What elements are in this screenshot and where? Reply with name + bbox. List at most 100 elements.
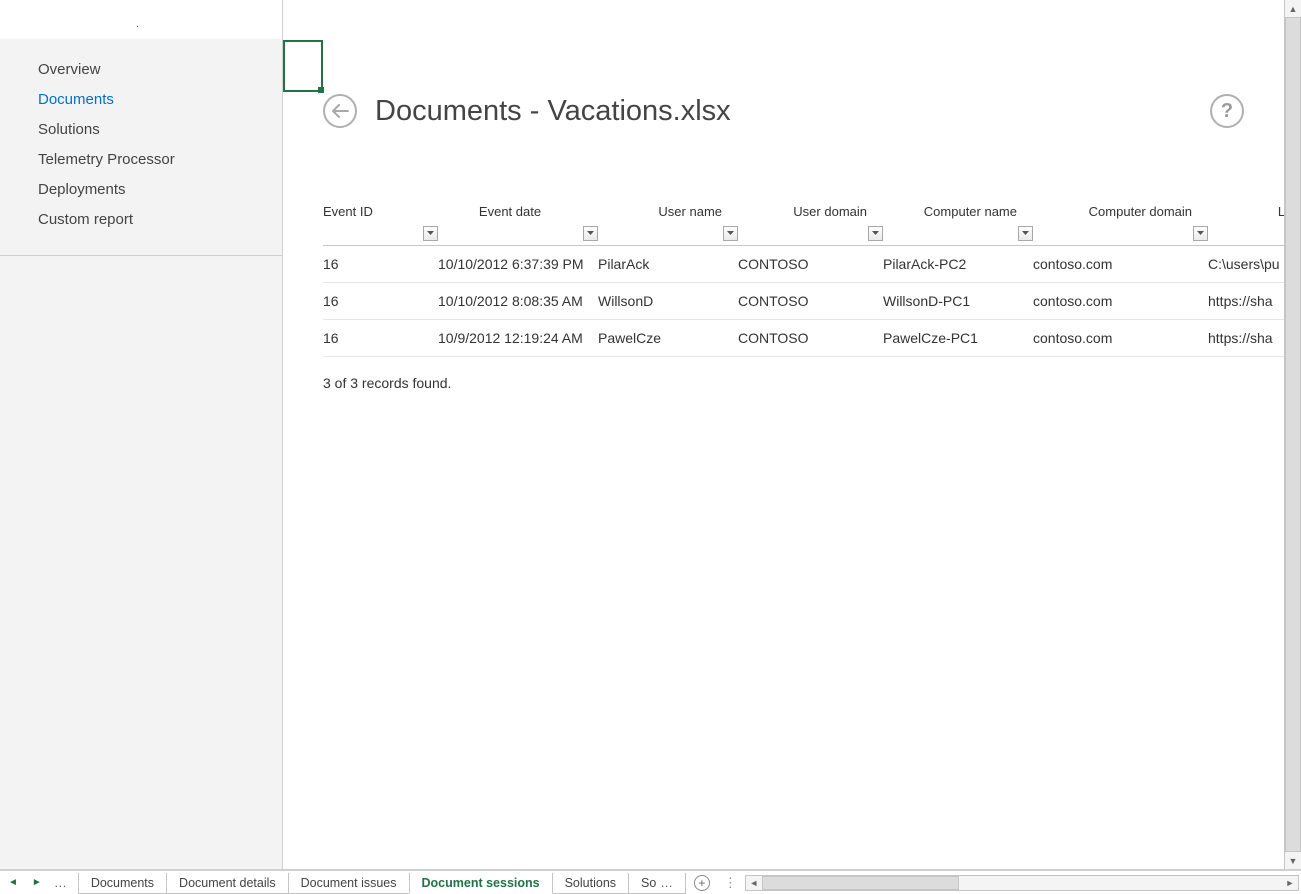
sheet-tab-bar: ◄ ► … Documents Document details Documen… [0, 870, 1301, 894]
chevron-down-icon [1022, 231, 1029, 236]
col-header-label: Computer domain [1033, 204, 1202, 219]
tab-label: Document sessions [422, 876, 540, 890]
cell-user-domain: CONTOSO [738, 320, 883, 357]
content-area: Documents - Vacations.xlsx ? [283, 0, 1284, 869]
tab-nav-more[interactable]: … [54, 875, 68, 890]
cell-computer-name: PilarAck-PC2 [883, 246, 1033, 283]
tab-solutions[interactable]: Solutions [552, 873, 629, 894]
tab-label: Solutions [565, 876, 616, 890]
arrow-left-icon [331, 104, 349, 118]
col-header-label: Computer name [883, 204, 1027, 219]
sessions-table: Event ID Event date [323, 200, 1284, 357]
tab-label: Documents [91, 876, 154, 890]
ellipsis-icon: … [660, 876, 673, 890]
scroll-up-button[interactable]: ▲ [1285, 0, 1301, 17]
scroll-track[interactable] [762, 876, 1282, 890]
cell-user-domain: CONTOSO [738, 283, 883, 320]
tab-document-details[interactable]: Document details [166, 873, 289, 894]
tab-nav-prev[interactable]: ◄ [6, 877, 20, 888]
cell-computer-domain: contoso.com [1033, 320, 1208, 357]
chevron-down-icon [427, 231, 434, 236]
cell-user-domain: CONTOSO [738, 246, 883, 283]
tab-label: Document issues [301, 876, 397, 890]
cell-computer-domain: contoso.com [1033, 246, 1208, 283]
cell-location: https://sha [1208, 320, 1284, 357]
tab-nav-arrows: ◄ ► … [0, 871, 74, 894]
tab-label: Document details [179, 876, 276, 890]
sidebar: . Overview Documents Solutions Telemetry… [0, 0, 283, 869]
filter-button[interactable] [583, 226, 598, 241]
col-header-computer-name[interactable]: Computer name [883, 200, 1033, 246]
cell-location: C:\users\pu [1208, 246, 1284, 283]
scroll-down-button[interactable]: ▼ [1285, 852, 1301, 869]
nav-item-overview[interactable]: Overview [0, 55, 282, 85]
col-header-label: Event date [438, 204, 592, 219]
tab-documents[interactable]: Documents [78, 873, 167, 894]
filter-button[interactable] [868, 226, 883, 241]
col-header-label: Event ID [323, 204, 432, 219]
chevron-down-icon [587, 231, 594, 236]
chevron-down-icon [1197, 231, 1204, 236]
tab-document-issues[interactable]: Document issues [288, 873, 410, 894]
tab-options-button[interactable]: ⋮ [718, 871, 743, 894]
sidebar-header: . [0, 0, 282, 40]
excel-cell-selection[interactable] [283, 40, 323, 92]
col-header-event-date[interactable]: Event date [438, 200, 598, 246]
cell-event-id: 16 [323, 320, 438, 357]
nav-item-solutions[interactable]: Solutions [0, 115, 282, 145]
scroll-right-button[interactable]: ► [1282, 876, 1298, 890]
tab-nav-next[interactable]: ► [30, 877, 44, 888]
col-header-user-name[interactable]: User name [598, 200, 738, 246]
table-header-row: Event ID Event date [323, 200, 1284, 246]
cell-user-name: PilarAck [598, 246, 738, 283]
cell-computer-name: PawelCze-PC1 [883, 320, 1033, 357]
chevron-down-icon [727, 231, 734, 236]
filter-button[interactable] [723, 226, 738, 241]
cell-event-date: 10/10/2012 8:08:35 AM [438, 283, 598, 320]
cell-computer-name: WillsonD-PC1 [883, 283, 1033, 320]
records-found-label: 3 of 3 records found. [323, 375, 1284, 391]
tab-truncated[interactable]: So … [628, 873, 686, 894]
filter-button[interactable] [1018, 226, 1033, 241]
nav-item-custom-report[interactable]: Custom report [0, 205, 282, 235]
col-header-location[interactable]: Location [1208, 200, 1284, 246]
back-button[interactable] [323, 94, 357, 128]
nav-item-telemetry-processor[interactable]: Telemetry Processor [0, 145, 282, 175]
plus-icon: + [694, 875, 710, 891]
col-header-user-domain[interactable]: User domain [738, 200, 883, 246]
col-header-event-id[interactable]: Event ID [323, 200, 438, 246]
nav-list: Overview Documents Solutions Telemetry P… [0, 40, 282, 235]
cell-event-id: 16 [323, 246, 438, 283]
filter-button[interactable] [1193, 226, 1208, 241]
table-row[interactable]: 16 10/9/2012 12:19:24 AM PawelCze CONTOS… [323, 320, 1284, 357]
cell-event-id: 16 [323, 283, 438, 320]
nav-item-documents[interactable]: Documents [0, 85, 282, 115]
chevron-down-icon [872, 231, 879, 236]
tab-document-sessions[interactable]: Document sessions [409, 873, 553, 894]
filter-button[interactable] [423, 226, 438, 241]
page-title: Documents - Vacations.xlsx [375, 95, 731, 128]
tab-label: So [641, 876, 656, 890]
scroll-left-button[interactable]: ◄ [746, 876, 762, 890]
cell-computer-domain: contoso.com [1033, 283, 1208, 320]
scroll-track[interactable] [1285, 17, 1301, 852]
col-header-computer-domain[interactable]: Computer domain [1033, 200, 1208, 246]
vertical-scrollbar[interactable]: ▲ ▼ [1284, 0, 1301, 869]
horizontal-scrollbar[interactable]: ◄ ► [745, 875, 1299, 891]
cell-event-date: 10/10/2012 6:37:39 PM [438, 246, 598, 283]
col-header-label: Location [1208, 204, 1284, 219]
table-row[interactable]: 16 10/10/2012 8:08:35 AM WillsonD CONTOS… [323, 283, 1284, 320]
add-sheet-button[interactable]: + [686, 871, 718, 894]
nav-item-deployments[interactable]: Deployments [0, 175, 282, 205]
table-row[interactable]: 16 10/10/2012 6:37:39 PM PilarAck CONTOS… [323, 246, 1284, 283]
col-header-label: User domain [738, 204, 877, 219]
cell-location: https://sha [1208, 283, 1284, 320]
col-header-label: User name [598, 204, 732, 219]
help-button[interactable]: ? [1210, 94, 1244, 128]
scroll-thumb[interactable] [762, 876, 960, 890]
data-table-area: Event ID Event date [323, 200, 1284, 391]
cell-user-name: WillsonD [598, 283, 738, 320]
scroll-thumb[interactable] [1285, 17, 1301, 852]
question-mark-icon: ? [1221, 100, 1233, 123]
cell-event-date: 10/9/2012 12:19:24 AM [438, 320, 598, 357]
